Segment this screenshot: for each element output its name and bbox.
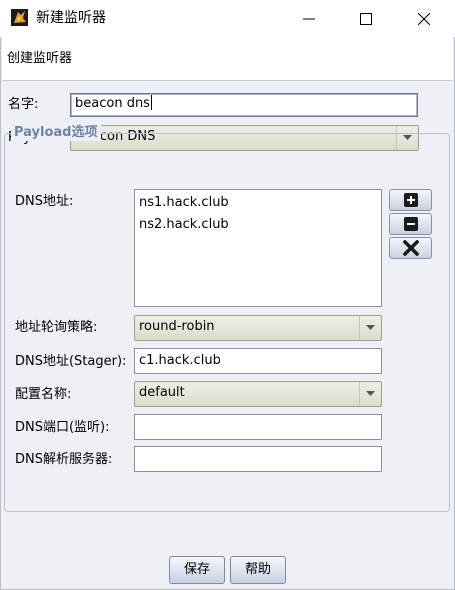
title-bar: 新建监听器 (0, 0, 455, 37)
minimize-icon (303, 18, 315, 19)
add-host-button[interactable] (389, 189, 432, 211)
remove-icon (403, 217, 418, 231)
rotation-select-value: round-robin (139, 319, 215, 334)
close-button[interactable] (395, 0, 453, 37)
dns-resolver-field[interactable] (134, 446, 382, 472)
name-field[interactable]: beacon dns (70, 93, 418, 117)
maximize-button[interactable] (337, 0, 395, 37)
remove-host-button[interactable] (389, 213, 432, 235)
maximize-icon (360, 12, 372, 25)
add-icon (403, 193, 418, 207)
dns-hosts-label: DNS地址: (15, 194, 74, 209)
profile-select[interactable]: default (134, 381, 382, 407)
profile-select-value: default (139, 385, 185, 400)
save-button[interactable]: 保存 (169, 556, 225, 584)
close-icon (418, 12, 430, 25)
name-value: beacon dns (75, 96, 150, 111)
chevron-down-icon (359, 316, 381, 340)
window-title: 新建监听器 (36, 10, 106, 26)
dns-port-field[interactable] (134, 414, 382, 440)
dialog-header: 创建监听器 (2, 37, 453, 81)
stager-field[interactable]: c1.hack.club (134, 348, 382, 374)
profile-label: 配置名称: (15, 387, 72, 402)
help-button[interactable]: 帮助 (230, 556, 286, 584)
chevron-down-icon (359, 382, 381, 406)
rotation-select[interactable]: round-robin (134, 315, 382, 341)
stager-label: DNS地址(Stager): (15, 354, 127, 369)
payload-options-legend: Payload选项 (11, 125, 101, 141)
list-item[interactable]: ns1.hack.club (135, 192, 381, 214)
name-label: 名字: (8, 97, 39, 112)
clear-hosts-button[interactable] (389, 237, 432, 259)
app-logo-icon (11, 9, 28, 26)
dns-port-label: DNS端口(监听): (15, 420, 110, 435)
dns-hosts-list[interactable]: ns1.hack.club ns2.hack.club (134, 189, 382, 307)
list-item[interactable]: ns2.hack.club (135, 214, 381, 236)
text-caret (150, 95, 152, 110)
rotation-label: 地址轮询策略: (15, 320, 98, 335)
clear-icon (402, 240, 419, 256)
dns-resolver-label: DNS解析服务器: (15, 452, 113, 467)
minimize-button[interactable] (280, 0, 338, 37)
dialog-header-text: 创建监听器 (7, 51, 73, 66)
stager-value: c1.hack.club (139, 353, 221, 368)
